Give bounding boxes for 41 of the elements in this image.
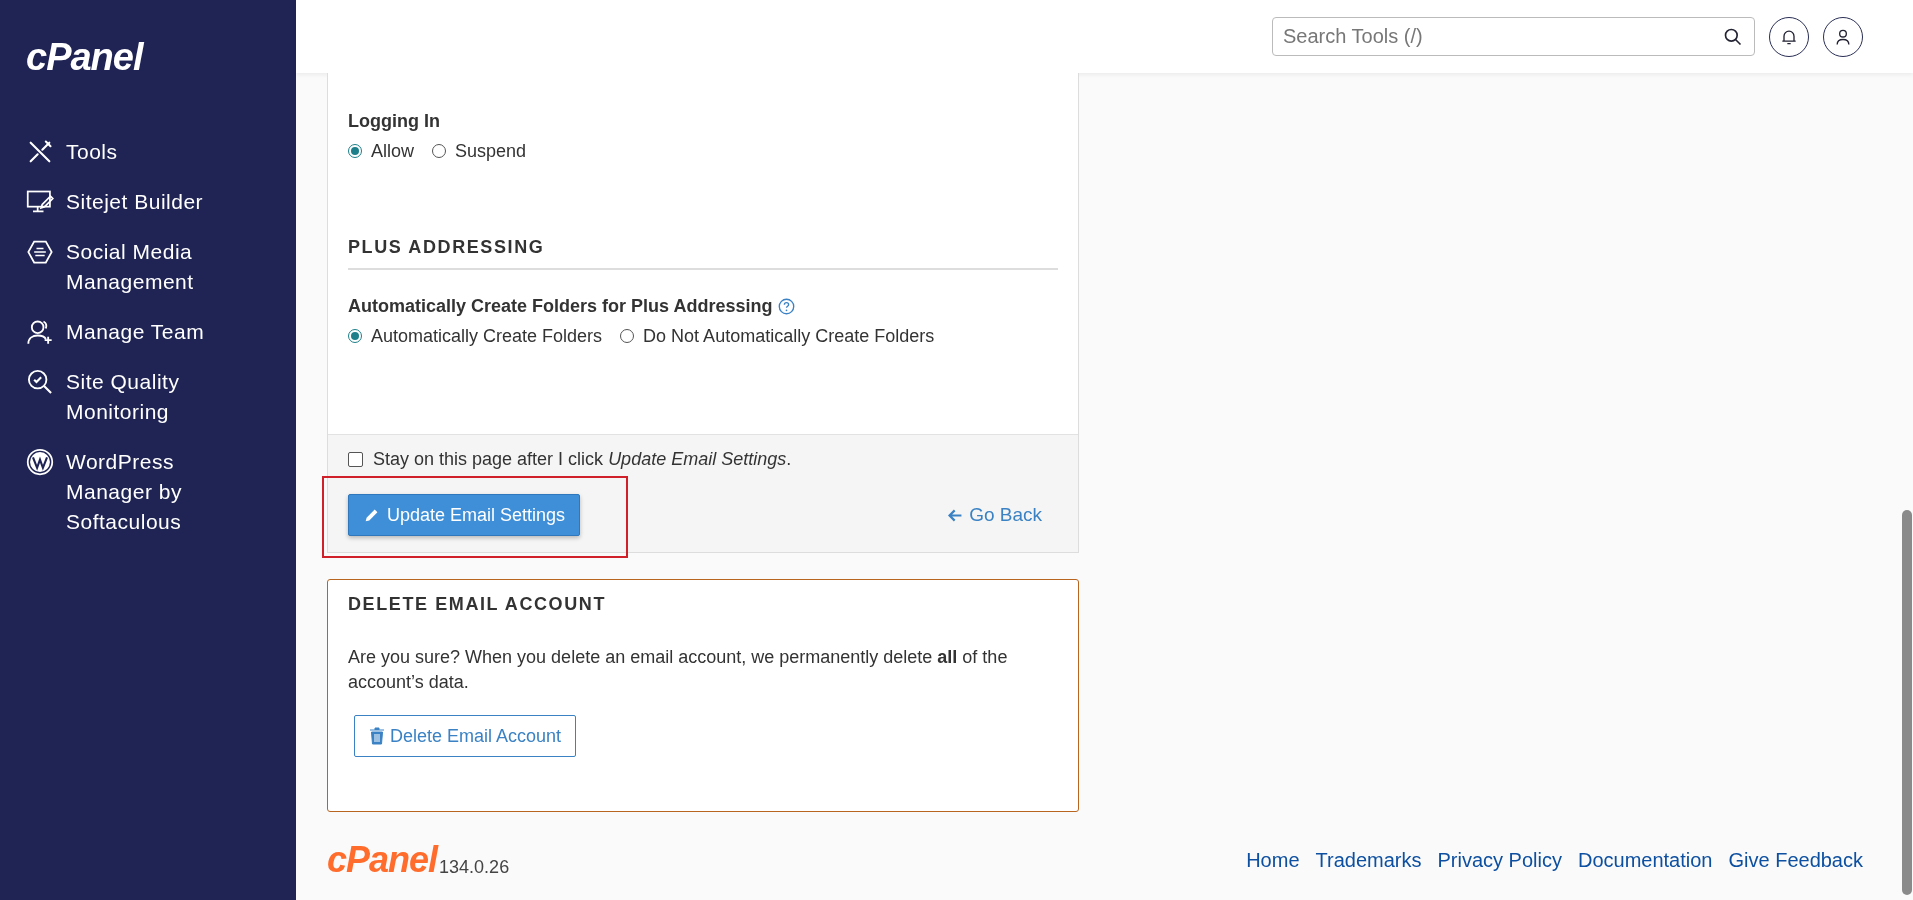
sidebar-item[interactable]: Manage Team — [26, 317, 226, 347]
radio-button[interactable] — [348, 144, 362, 158]
logo[interactable]: cPanel — [26, 36, 143, 79]
user-button[interactable] — [1823, 16, 1863, 57]
radio-button[interactable] — [348, 329, 362, 343]
footer-link[interactable]: Home — [1246, 849, 1300, 872]
trash-icon — [369, 727, 385, 745]
version-text: 134.0.26 — [439, 857, 510, 878]
radio-label: Automatically Create Folders — [371, 325, 603, 348]
help-icon[interactable] — [778, 297, 796, 315]
sidebar-item[interactable]: Tools — [26, 137, 226, 167]
user-plus-icon — [26, 318, 54, 346]
footer-link[interactable]: Give Feedback — [1728, 849, 1863, 872]
hexagon-icon — [26, 238, 54, 266]
section-heading: DELETE EMAIL ACCOUNT — [348, 594, 606, 615]
radio-button[interactable] — [432, 144, 446, 158]
delete-button[interactable]: Delete Email Account — [354, 715, 577, 757]
magnifier-check-icon — [26, 368, 54, 396]
notifications-button[interactable] — [1769, 16, 1809, 57]
search-field[interactable]: Search Tools (/) — [1272, 17, 1755, 56]
radio-label: Allow — [371, 140, 414, 163]
checkbox[interactable] — [348, 452, 363, 467]
search-icon — [1723, 27, 1743, 47]
wordpress-icon — [26, 448, 54, 476]
footer-link[interactable]: Privacy Policy — [1437, 849, 1562, 872]
sidebar-item[interactable]: Site Quality Monitoring — [26, 367, 226, 427]
field-label: Automatically Create Folders for Plus Addressing — [348, 295, 773, 318]
radio-button[interactable] — [620, 329, 635, 343]
sidebar-item[interactable]: Sitejet Builder — [26, 187, 226, 217]
section-heading: PLUS ADDRESSING — [348, 237, 545, 258]
checkbox-label: Stay on this page after I click Update Email Settings. — [373, 449, 792, 470]
scrollbar-thumb[interactable] — [1902, 510, 1912, 895]
sidebar-item[interactable]: WordPress Manager by Softaculous — [26, 447, 226, 537]
sidebar-item[interactable]: Social Media Management — [26, 237, 226, 297]
footer-link[interactable]: Documentation — [1577, 849, 1713, 872]
field-label: Logging In — [348, 110, 440, 133]
warning-text: Are you sure? When you delete an email account, we permanently delete all of the account’s data. — [348, 646, 1009, 694]
radio-label: Do Not Automatically Create Folders — [643, 325, 935, 348]
radio-label: Suspend — [455, 140, 527, 163]
footer-link[interactable]: Trademarks — [1315, 849, 1422, 872]
go-back-link[interactable]: Go Back — [947, 504, 1042, 526]
